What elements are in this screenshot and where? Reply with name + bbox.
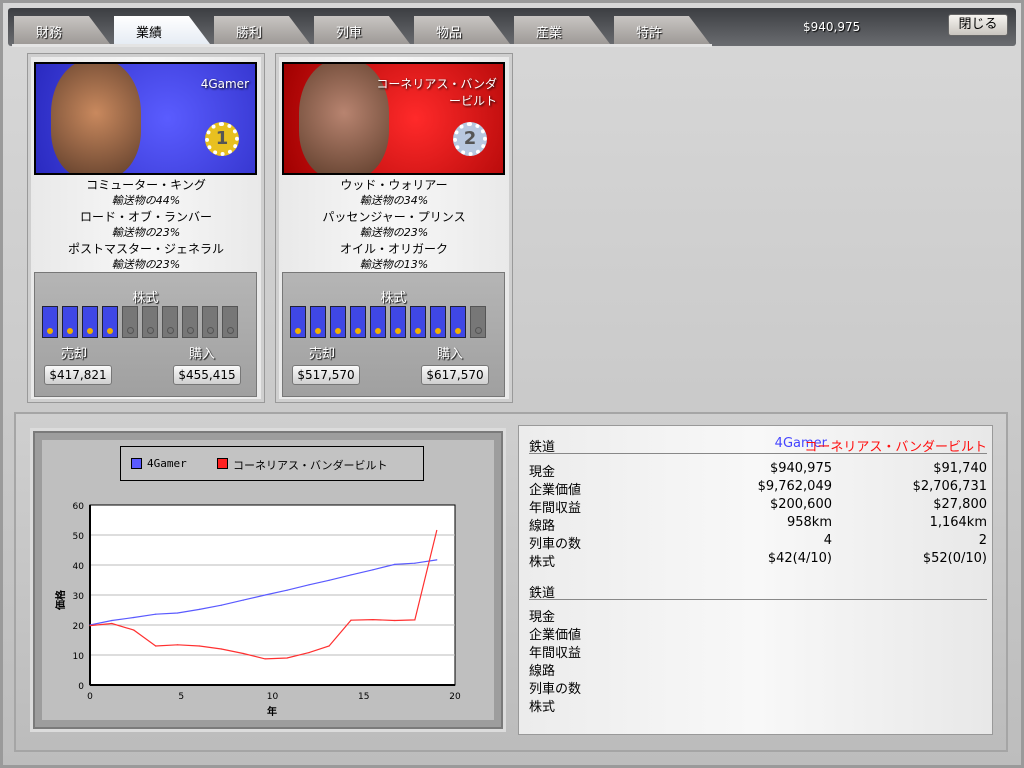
data-point [286,657,288,659]
stat-label: 株式 [529,555,556,570]
y-tick-label: 30 [73,592,85,602]
stats-row: 株式 $42(4/10) $52(0/10) [529,551,987,570]
stats-row: 線路 958km 1,164km [529,515,987,534]
stat-value-vanderbilt: 2 [978,533,987,548]
x-tick-label: 10 [267,692,279,702]
stat-value-vanderbilt: $27,800 [933,497,987,512]
data-point [372,569,374,571]
stat-value-4gamer: $42(4/10) [767,551,832,566]
stat-label: 年間収益 [529,646,582,661]
data-point [394,619,396,622]
x-tick-label: 0 [87,692,93,702]
data-point [89,625,91,627]
stat-label: 線路 [529,519,556,534]
y-axis-label: 価格 [54,589,67,611]
stat-label: 企業価値 [529,483,582,498]
data-point [155,645,157,647]
data-point [220,604,222,606]
stats-row: 列車の数 [529,678,987,697]
data-point [264,594,266,596]
x-tick-label: 20 [449,692,461,702]
data-point [394,563,396,566]
stats-row: 株式 [529,696,987,715]
data-point [372,619,374,621]
stats-header-label: 鉄道 [529,586,556,601]
stat-label: 列車の数 [529,682,582,697]
stats-row: 年間収益 [529,642,987,661]
data-point [220,648,222,650]
stats-row: 企業価値 $9,762,049 $2,706,731 [529,479,987,498]
data-point [414,619,416,621]
y-tick-label: 60 [73,502,85,512]
data-point [133,629,135,631]
stats-header: 鉄道 4Gamer コーネリアス・バンダービルト [529,436,987,455]
data-point [242,599,244,601]
stat-label: 株式 [529,700,556,715]
stats-row: 企業価値 [529,624,987,643]
x-tick-label: 5 [178,692,184,702]
y-tick-label: 20 [73,622,85,632]
data-point [286,589,288,591]
railroad-stats-panel: 鉄道 4Gamer コーネリアス・バンダービルト 現金 $940,975 $91… [518,425,993,735]
stats-row: 現金 [529,606,987,625]
stats-row: 年間収益 $200,600 $27,800 [529,497,987,516]
y-tick-label: 40 [73,562,85,572]
stats-row: 列車の数 4 2 [529,533,987,552]
stat-value-vanderbilt: $2,706,731 [912,479,987,494]
stat-label: 企業価値 [529,628,582,643]
data-point [133,616,135,619]
data-point [155,613,157,615]
data-point [242,652,244,655]
data-point [350,619,352,621]
stat-value-4gamer: 4 [823,533,832,548]
data-point [177,612,179,614]
stat-label: 線路 [529,664,556,679]
data-point [308,652,310,654]
data-point [436,559,438,561]
data-point [414,562,416,564]
stat-label: 現金 [529,610,556,625]
data-point [198,645,201,647]
data-point [328,579,330,581]
stat-value-vanderbilt: 1,164km [929,515,987,530]
data-point [436,529,438,532]
data-point [111,622,113,625]
y-tick-label: 10 [73,652,85,662]
stats-row: 現金 $940,975 $91,740 [529,461,987,480]
data-point [350,574,352,576]
y-tick-label: 0 [78,682,84,692]
x-tick-label: 15 [358,692,369,702]
stat-value-4gamer: $940,975 [769,461,832,476]
x-axis-label: 年 [267,705,277,718]
data-point [264,658,266,660]
data-point [198,608,201,611]
stats-header-2: 鉄道 [529,582,987,601]
data-point [308,584,310,586]
stat-value-4gamer: $200,600 [769,497,832,512]
stat-value-vanderbilt: $91,740 [933,461,987,476]
column-vanderbilt: コーネリアス・バンダービルト [804,440,987,455]
stat-label: 列車の数 [529,537,582,552]
stat-label: 年間収益 [529,501,582,516]
stat-value-vanderbilt: $52(0/10) [922,551,987,566]
stat-value-4gamer: $9,762,049 [757,479,832,494]
data-point [328,645,330,647]
stats-row: 線路 [529,660,987,679]
stat-label: 現金 [529,465,556,480]
stats-header-label: 鉄道 [529,440,556,455]
data-point [111,619,113,622]
stat-value-4gamer: 958km [786,515,832,530]
y-tick-label: 50 [73,532,85,542]
data-point [177,644,179,646]
